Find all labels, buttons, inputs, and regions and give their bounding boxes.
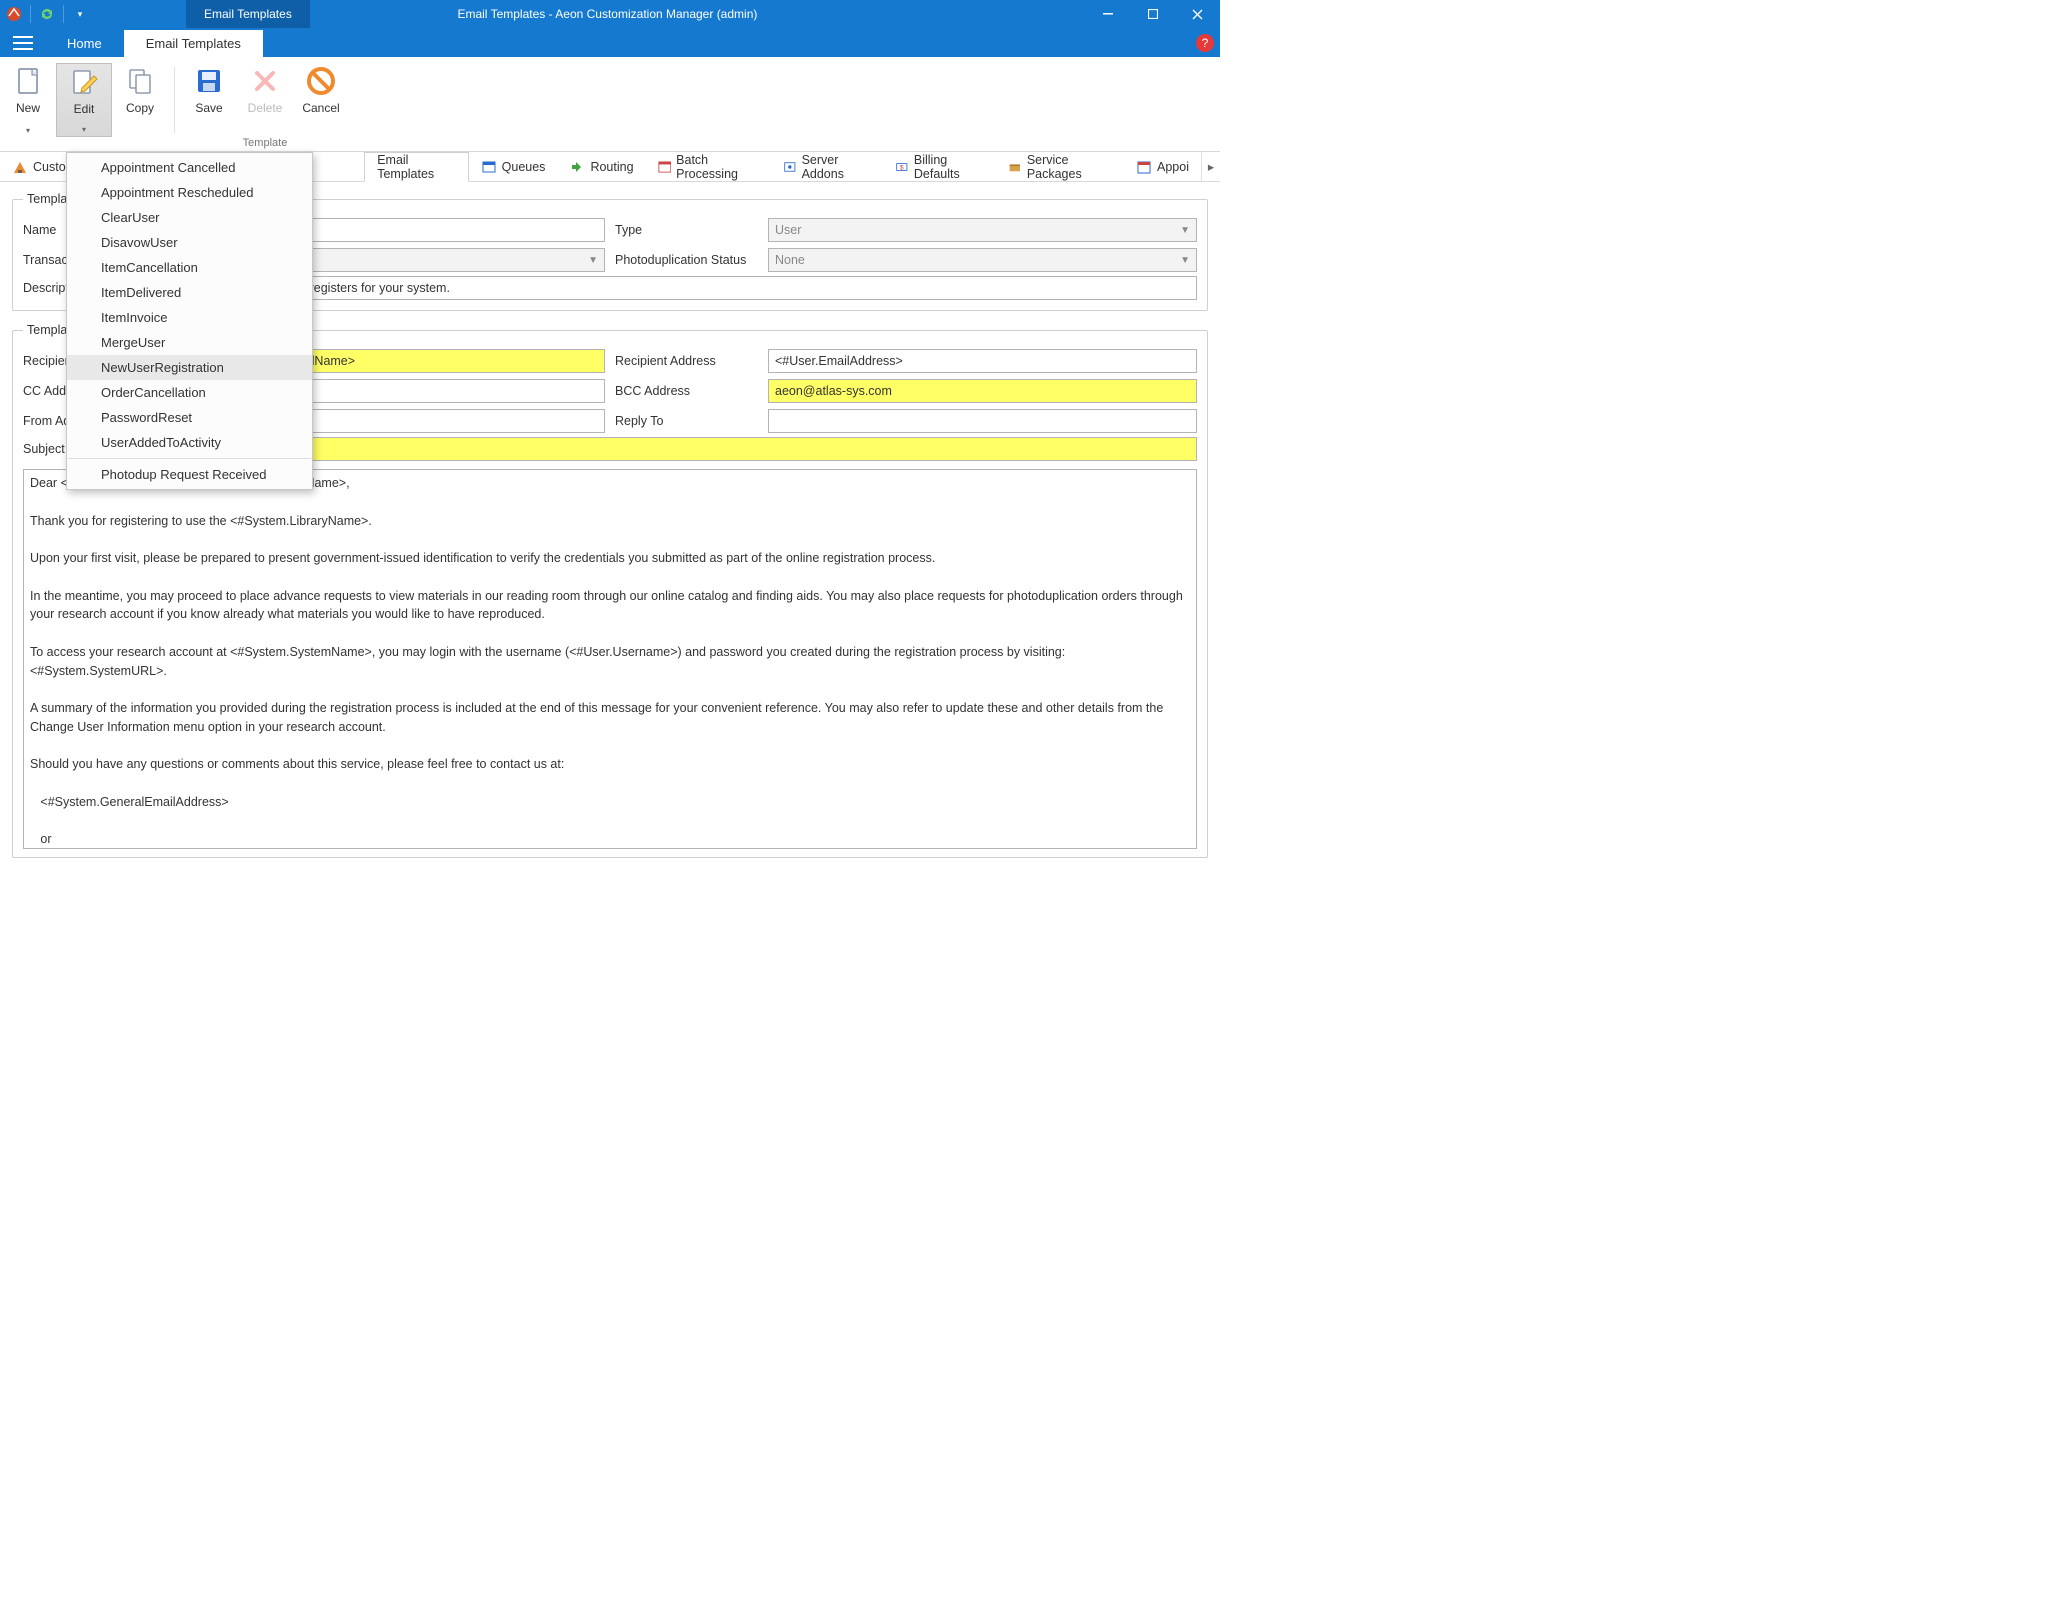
window-title: Email Templates - Aeon Customization Man… bbox=[310, 7, 1085, 21]
menu-item[interactable]: ItemInvoice bbox=[67, 305, 312, 330]
save-label: Save bbox=[195, 101, 222, 115]
qat-customize-icon[interactable]: ▾ bbox=[72, 6, 88, 22]
new-label: New bbox=[16, 101, 40, 115]
help-icon[interactable]: ? bbox=[1196, 34, 1214, 52]
menu-item[interactable]: Appointment Rescheduled bbox=[67, 180, 312, 205]
nav-email-templates[interactable]: Email Templates bbox=[364, 152, 468, 182]
chevron-down-icon: ▼ bbox=[1180, 255, 1190, 266]
label-photodup-status: Photoduplication Status bbox=[615, 253, 760, 267]
cancel-button[interactable]: Cancel bbox=[293, 63, 349, 137]
input-subject[interactable] bbox=[181, 437, 1197, 461]
edit-button[interactable]: Edit ▾ bbox=[56, 63, 112, 137]
minimize-button[interactable] bbox=[1085, 0, 1130, 28]
edit-label: Edit bbox=[74, 102, 95, 116]
label-bcc-address: BCC Address bbox=[615, 384, 760, 398]
menu-item[interactable]: Appointment Cancelled bbox=[67, 155, 312, 180]
maximize-button[interactable] bbox=[1130, 0, 1175, 28]
chevron-down-icon: ▼ bbox=[588, 255, 598, 266]
menu-item[interactable]: ItemDelivered bbox=[67, 280, 312, 305]
title-bar: ▾ Email Templates Email Templates - Aeon… bbox=[0, 0, 1220, 28]
combo-photodup-status[interactable]: None▼ bbox=[768, 248, 1197, 272]
label-reply-to: Reply To bbox=[615, 414, 760, 428]
delete-label: Delete bbox=[248, 101, 283, 115]
ribbon: New ▾ Edit ▾ Copy Save Delete bbox=[0, 57, 1220, 152]
menu-item[interactable]: ClearUser bbox=[67, 205, 312, 230]
nav-routing[interactable]: Routing bbox=[557, 152, 645, 182]
nav-batch-processing[interactable]: Batch Processing bbox=[646, 152, 771, 182]
menu-item[interactable]: MergeUser bbox=[67, 330, 312, 355]
menu-separator bbox=[68, 458, 311, 459]
combo-type[interactable]: User▼ bbox=[768, 218, 1197, 242]
menu-item[interactable]: Photodup Request Received bbox=[67, 462, 312, 487]
copy-label: Copy bbox=[126, 101, 154, 115]
refresh-icon[interactable] bbox=[39, 6, 55, 22]
close-button[interactable] bbox=[1175, 0, 1220, 28]
input-reply-to[interactable] bbox=[768, 409, 1197, 433]
menu-item[interactable]: PasswordReset bbox=[67, 405, 312, 430]
app-icon bbox=[6, 6, 22, 22]
input-recipient-address[interactable] bbox=[768, 349, 1197, 373]
ribbon-tab-strip: Home Email Templates ? bbox=[0, 28, 1220, 57]
nav-scroll-right[interactable]: ▸ bbox=[1201, 152, 1220, 182]
context-tab-label: Email Templates bbox=[186, 0, 310, 28]
nav-queues[interactable]: Queues bbox=[469, 152, 558, 182]
edit-dropdown-menu: Appointment CancelledAppointment Resched… bbox=[66, 152, 313, 490]
tab-email-templates[interactable]: Email Templates bbox=[124, 30, 263, 57]
textarea-body[interactable]: Dear <#User.FirstOrPreferredName> <#User… bbox=[23, 469, 1197, 849]
save-button[interactable]: Save bbox=[181, 63, 237, 137]
file-menu-button[interactable] bbox=[0, 28, 45, 57]
label-recipient-address: Recipient Address bbox=[615, 354, 760, 368]
menu-item[interactable]: ItemCancellation bbox=[67, 255, 312, 280]
new-button[interactable]: New ▾ bbox=[0, 63, 56, 137]
nav-service-packages[interactable]: Service Packages bbox=[996, 152, 1124, 182]
menu-item[interactable]: NewUserRegistration bbox=[67, 355, 312, 380]
chevron-down-icon: ▼ bbox=[1180, 225, 1190, 236]
svg-text:$: $ bbox=[900, 164, 904, 171]
ribbon-group-label: Template bbox=[243, 137, 288, 151]
nav-billing-defaults[interactable]: $ Billing Defaults bbox=[883, 152, 996, 182]
menu-item[interactable]: DisavowUser bbox=[67, 230, 312, 255]
nav-server-addons[interactable]: Server Addons bbox=[771, 152, 883, 182]
tab-home[interactable]: Home bbox=[45, 30, 124, 57]
input-description[interactable]: sed when a new user registers for your s… bbox=[181, 276, 1197, 300]
copy-button[interactable]: Copy bbox=[112, 63, 168, 137]
menu-item[interactable]: UserAddedToActivity bbox=[67, 430, 312, 455]
cancel-label: Cancel bbox=[302, 101, 339, 115]
menu-item[interactable]: OrderCancellation bbox=[67, 380, 312, 405]
input-bcc-address[interactable] bbox=[768, 379, 1197, 403]
delete-button: Delete bbox=[237, 63, 293, 137]
ribbon-group-template bbox=[82, 137, 85, 151]
label-type: Type bbox=[615, 223, 760, 237]
nav-appointments[interactable]: Appoi bbox=[1124, 152, 1201, 182]
